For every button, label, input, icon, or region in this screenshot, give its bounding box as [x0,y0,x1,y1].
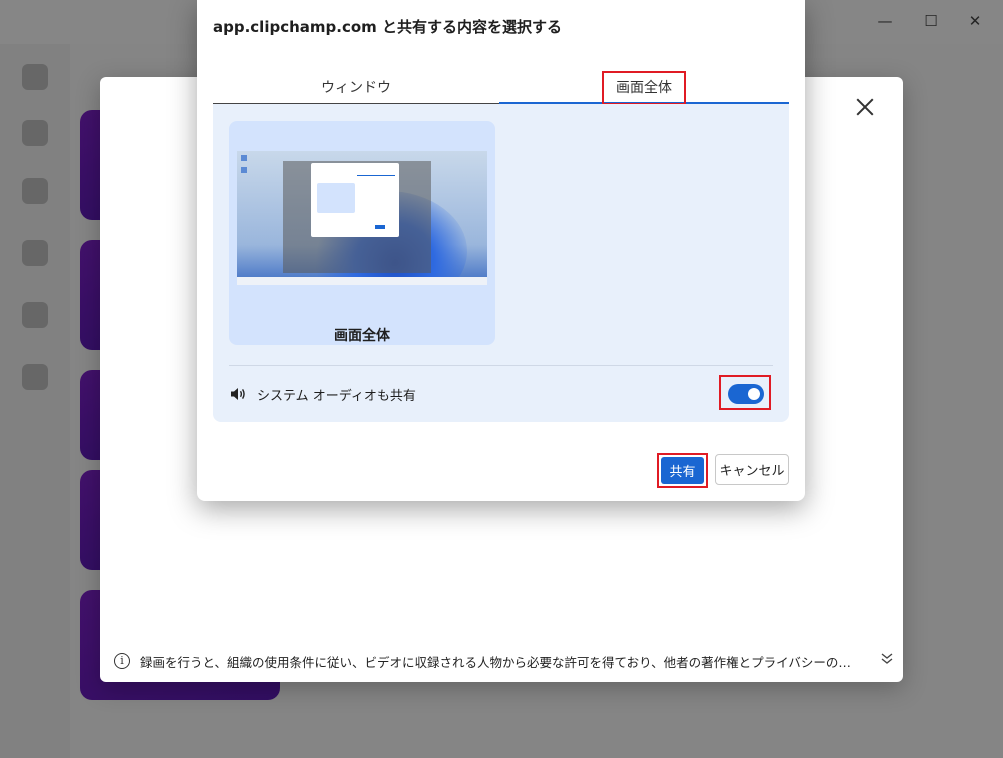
source-panel: 画面全体 システム オーディオも共有 [213,104,789,422]
divider [229,365,773,366]
tab-window[interactable]: ウィンドウ [213,72,499,104]
dialog-title: app.clipchamp.com と共有する内容を選択する [213,18,563,36]
desktop-icon [241,155,247,161]
chevron-double-down-icon[interactable] [880,651,894,669]
system-audio-toggle[interactable] [728,384,764,404]
share-button[interactable]: 共有 [661,457,704,484]
desktop-icon [241,167,247,173]
close-icon[interactable] [853,95,877,119]
tab-entire-screen[interactable]: 画面全体 [499,71,789,105]
system-audio-row: システム オーディオも共有 [229,374,773,414]
thumbnail-mini-button [375,225,385,229]
screen-thumbnail [237,151,487,285]
thumbnail-mini-tab [357,175,395,176]
thumbnail-mini-dialog [311,163,399,237]
share-button-highlight: 共有 [657,453,708,488]
usage-notice: i 録画を行うと、組織の使用条件に従い、ビデオに収録される人物から必要な許可を得… [114,650,894,672]
source-tabs: ウィンドウ 画面全体 [213,71,789,105]
tab-label: ウィンドウ [321,80,391,96]
thumbnail-mini-card [317,183,355,213]
screen-source-card[interactable]: 画面全体 [229,121,495,345]
cancel-button[interactable]: キャンセル [715,454,789,485]
audio-label: システム オーディオも共有 [257,388,416,404]
thumbnail-taskbar [237,277,487,285]
notice-text: 録画を行うと、組織の使用条件に従い、ビデオに収録される人物から必要な許可を得てお… [140,654,860,670]
source-card-label: 画面全体 [334,328,390,344]
toggle-highlight [719,375,771,410]
tab-label: 画面全体 [602,71,686,105]
info-icon: i [114,653,130,669]
share-picker-dialog: app.clipchamp.com と共有する内容を選択する ウィンドウ 画面全… [197,0,805,501]
speaker-icon [229,385,247,403]
toggle-knob [748,388,760,400]
